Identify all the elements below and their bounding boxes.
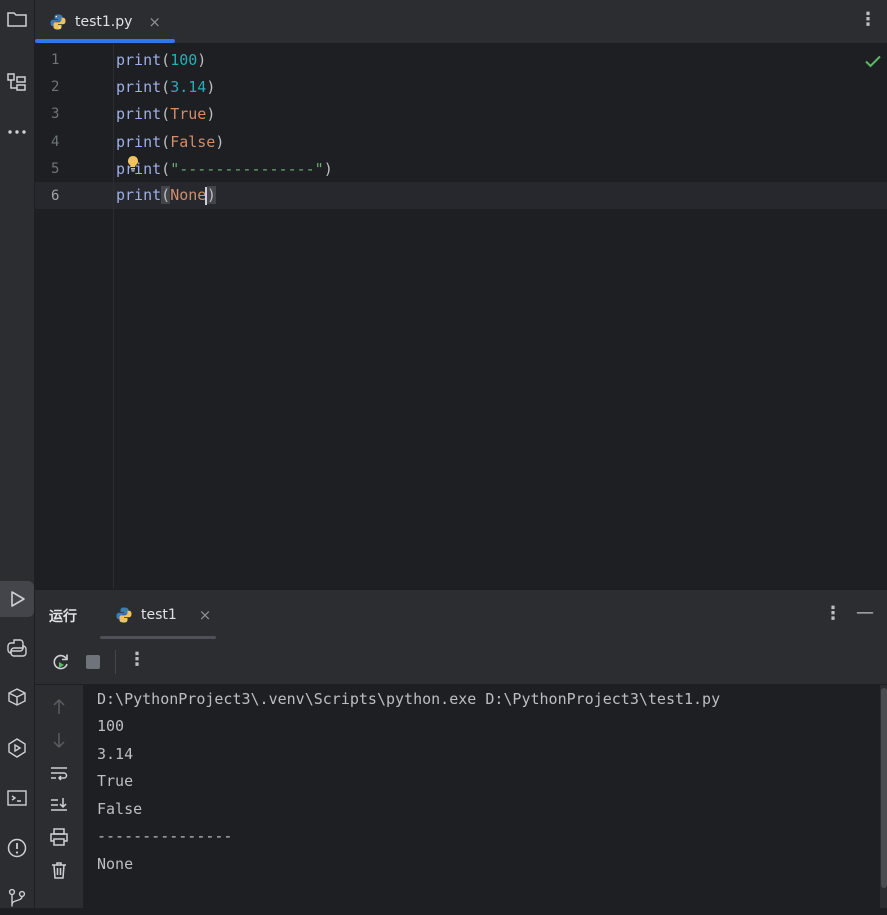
no-problems-check-icon[interactable] (864, 52, 882, 70)
line-number: 5 (51, 160, 60, 177)
run-panel-title: 运行 (49, 609, 77, 625)
run-tab-test1[interactable]: test1 × (115, 590, 211, 640)
python-run-config-icon (116, 607, 132, 623)
structure-icon[interactable] (0, 65, 34, 99)
code-function: print (116, 104, 162, 123)
run-tab-label: test1 (141, 607, 177, 623)
python-packages-icon[interactable] (0, 681, 34, 715)
scroll-to-end-icon[interactable] (49, 795, 69, 815)
soft-wrap-icon[interactable] (49, 763, 69, 783)
terminal-icon[interactable] (0, 781, 34, 815)
more-icon[interactable] (0, 115, 34, 149)
code-line: 2 print(3.14) (35, 73, 887, 100)
lightbulb-icon[interactable] (126, 155, 140, 173)
editor-tab-options-icon[interactable]: ⋮ (859, 9, 877, 30)
code-line: 3 print(True) (35, 100, 887, 127)
code-paren: ) (323, 159, 333, 178)
code-line: 1 print(100) (35, 46, 887, 73)
console-line: 100 (97, 717, 125, 735)
code-argument: 100 (170, 50, 198, 69)
scroll-down-icon[interactable] (49, 730, 69, 750)
code-paren-highlight: ) (206, 186, 216, 205)
line-number: 4 (51, 133, 60, 150)
console-line: D:\PythonProject3\.venv\Scripts\python.e… (97, 690, 721, 708)
python-console-icon[interactable] (0, 631, 34, 665)
code-paren: ( (161, 132, 171, 151)
services-icon[interactable] (0, 731, 34, 765)
run-toolbar-more-icon[interactable]: ⋮ (128, 649, 146, 670)
code-argument: None (170, 186, 207, 205)
rerun-icon[interactable] (51, 652, 71, 672)
run-toolbar: ⋮ (35, 640, 887, 685)
run-panel-header: 运行 test1 × ⋮ — (35, 589, 887, 641)
run-tab-indicator (100, 636, 216, 639)
code-argument: 3.14 (170, 77, 207, 96)
console-line: False (97, 800, 143, 818)
code-argument: "---------------" (170, 159, 324, 178)
code-editor[interactable]: 1 print(100) 2 print(3.14) 3 print(True)… (35, 44, 887, 588)
code-paren: ) (206, 77, 216, 96)
minimize-icon[interactable]: — (856, 602, 874, 623)
toolbar-separator (115, 650, 116, 674)
code-paren: ) (206, 104, 216, 123)
left-tool-stripe (0, 0, 35, 908)
editor-tab-test1[interactable]: test1.py × (49, 0, 161, 43)
close-tab-icon[interactable]: × (148, 13, 161, 31)
code-argument: True (170, 104, 207, 123)
code-paren: ( (161, 77, 171, 96)
console-side-toolbar (35, 685, 83, 908)
editor-tab-label: test1.py (75, 13, 133, 30)
console-line: None (97, 855, 134, 873)
git-icon[interactable] (0, 881, 34, 915)
line-number: 6 (51, 187, 60, 204)
code-function: print (116, 77, 162, 96)
run-panel-options-icon[interactable]: ⋮ (824, 603, 842, 624)
folder-icon[interactable] (0, 2, 34, 36)
python-file-icon (50, 14, 66, 29)
code-function: print (116, 186, 162, 205)
code-paren: ) (197, 50, 207, 69)
console-line: 3.14 (97, 745, 134, 763)
code-paren: ( (161, 104, 171, 123)
clear-icon[interactable] (49, 860, 69, 880)
console-scrollbar-thumb[interactable] (881, 688, 887, 888)
gutter-divider (113, 44, 114, 588)
editor-tab-bar: test1.py × ⋮ (35, 0, 887, 44)
code-paren: ( (161, 50, 171, 69)
code-paren: ( (161, 159, 171, 178)
line-number: 1 (51, 51, 60, 68)
code-function: print (116, 50, 162, 69)
code-paren-highlight: ( (161, 186, 171, 205)
run-icon[interactable] (0, 581, 34, 617)
code-line: 5 print("---------------") (35, 155, 887, 182)
console-line: True (97, 772, 134, 790)
code-argument: False (170, 132, 216, 151)
print-icon[interactable] (49, 827, 69, 847)
stop-icon[interactable] (86, 655, 100, 669)
scroll-up-icon[interactable] (49, 697, 69, 717)
close-run-tab-icon[interactable]: × (199, 606, 212, 624)
problems-icon[interactable] (0, 831, 34, 865)
console-output[interactable]: D:\PythonProject3\.venv\Scripts\python.e… (84, 685, 880, 908)
code-line-current: 6 print(None) (35, 182, 887, 209)
code-function: print (116, 132, 162, 151)
code-paren: ) (215, 132, 225, 151)
line-number: 3 (51, 105, 60, 122)
active-tab-indicator (35, 39, 175, 43)
code-line: 4 print(False) (35, 128, 887, 155)
console-line: --------------- (97, 827, 233, 845)
line-number: 2 (51, 78, 60, 95)
